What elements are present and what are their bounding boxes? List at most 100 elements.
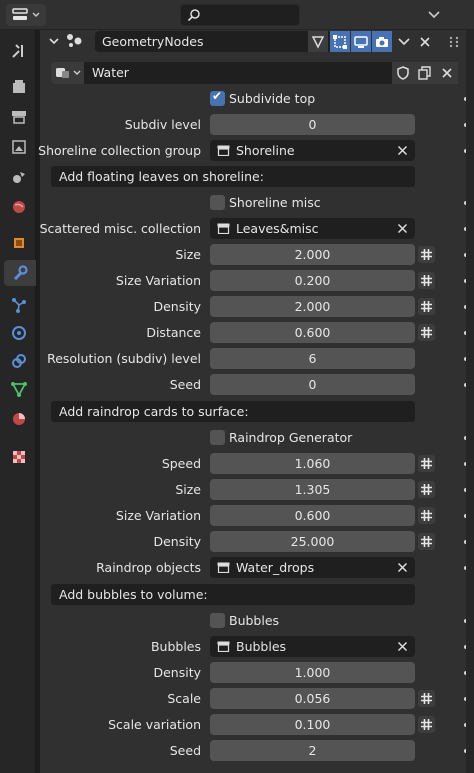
floating-size-variation-label: Size Variation (115, 273, 201, 288)
scattered-collection-field[interactable]: Leaves&misc (210, 218, 415, 239)
attribute-toggle-button[interactable] (418, 246, 435, 263)
bubbles-checkbox[interactable] (210, 613, 225, 628)
bubbles-collection-row: Bubbles Bubbles (40, 636, 474, 658)
attribute-toggle-button[interactable] (418, 455, 435, 472)
fake-user-button[interactable] (392, 62, 414, 84)
scrollbar[interactable] (466, 30, 474, 773)
subdivide-top-checkbox[interactable] (210, 89, 225, 106)
duplicate-button[interactable] (414, 62, 436, 84)
attribute-toggle-icon (421, 275, 432, 286)
remove-modifier-button[interactable] (415, 31, 435, 52)
shoreline-collection-value: Shoreline (236, 143, 295, 158)
node-group-name-field[interactable]: Water (84, 62, 392, 84)
raindrop-section: Add raindrop cards to surface: (40, 401, 474, 423)
viewport-toggle[interactable] (351, 31, 371, 52)
attribute-toggle-button[interactable] (418, 298, 435, 315)
bubbles-density-field[interactable]: 1.000 (210, 662, 415, 683)
scattered-collection-value: Leaves&misc (236, 221, 319, 236)
render-toggle[interactable] (372, 31, 392, 52)
shoreline-misc-label: Shoreline misc (229, 195, 321, 210)
floating-density-row: Density 2.000 (40, 296, 474, 318)
shoreline-misc-checkbox[interactable] (210, 195, 225, 210)
options-dropdown[interactable] (428, 8, 440, 23)
resolution-label: Resolution (subdiv) level (47, 351, 201, 366)
attribute-toggle-icon (421, 458, 432, 469)
raindrop-density-field[interactable]: 25.000 (210, 531, 415, 552)
tab-object[interactable] (5, 230, 33, 256)
tab-scene[interactable] (5, 164, 33, 190)
tab-tool[interactable] (5, 38, 33, 64)
raindrop-size-variation-field[interactable]: 0.600 (210, 505, 415, 526)
raindrop-size-field[interactable]: 1.305 (210, 479, 415, 500)
attribute-toggle-button[interactable] (418, 690, 435, 707)
floating-seed-row: Seed 0 (40, 374, 474, 396)
close-icon[interactable] (397, 641, 408, 652)
floating-size-field[interactable]: 2.000 (210, 244, 415, 265)
shoreline-collection-field[interactable]: Shoreline (210, 140, 415, 161)
raindrop-objects-field[interactable]: Water_drops (210, 557, 415, 578)
attribute-toggle-button[interactable] (418, 716, 435, 733)
editor-type-dropdown[interactable] (6, 4, 46, 26)
tab-view-layer[interactable] (5, 134, 33, 160)
collection-icon (217, 145, 230, 156)
floating-section: Add floating leaves on shoreline: (40, 166, 474, 188)
tab-data[interactable] (5, 376, 33, 402)
bubbles-toggle-label: Bubbles (229, 613, 280, 628)
on-cage-toggle[interactable] (330, 31, 350, 52)
camera-icon (376, 36, 388, 47)
collapse-toggle[interactable] (48, 35, 60, 50)
bubbles-density-label: Density (153, 665, 201, 680)
tab-particles[interactable] (5, 292, 33, 318)
world-icon (13, 201, 25, 213)
attribute-toggle-button[interactable] (418, 481, 435, 498)
bubbles-section: Add bubbles to volume: (40, 584, 474, 606)
tab-output[interactable] (5, 104, 33, 130)
close-icon[interactable] (397, 145, 408, 156)
raindrop-objects-label: Raindrop objects (96, 560, 201, 575)
floating-seed-field[interactable]: 0 (210, 374, 415, 395)
raindrop-generator-checkbox[interactable] (210, 430, 225, 445)
tab-material[interactable] (5, 406, 33, 432)
tab-world[interactable] (5, 194, 33, 220)
chevron-down-icon (49, 38, 59, 45)
subdiv-level-row: Subdiv level 0 (40, 114, 474, 136)
attribute-toggle-button[interactable] (418, 272, 435, 289)
tab-render[interactable] (5, 74, 33, 100)
close-icon[interactable] (397, 562, 408, 573)
floating-seed-label: Seed (169, 377, 201, 392)
raindrop-speed-row: Speed 1.060 (40, 453, 474, 475)
subdiv-level-field[interactable]: 0 (210, 114, 415, 135)
tab-constraints[interactable] (5, 348, 33, 374)
node-group-browse[interactable] (51, 62, 84, 84)
tab-modifiers[interactable] (4, 260, 36, 286)
bubbles-seed-field[interactable]: 2 (210, 740, 415, 761)
tab-physics[interactable] (5, 320, 33, 346)
subdivide-top-label: Subdivide top (229, 91, 316, 106)
modifier-menu[interactable] (394, 31, 414, 52)
floating-size-variation-field[interactable]: 0.200 (210, 270, 415, 291)
bubbles-scale-field[interactable]: 0.056 (210, 688, 415, 709)
close-icon[interactable] (397, 223, 408, 234)
drag-handle[interactable] (444, 31, 464, 52)
resolution-field[interactable]: 6 (210, 348, 415, 369)
attribute-toggle-icon (421, 719, 432, 730)
attribute-toggle-button[interactable] (418, 533, 435, 550)
bubbles-collection-field[interactable]: Bubbles (210, 636, 415, 657)
top-header (0, 0, 474, 30)
attribute-toggle-icon (421, 693, 432, 704)
floating-distance-field[interactable]: 0.600 (210, 322, 415, 343)
collection-icon (217, 562, 230, 573)
bubbles-seed-label: Seed (169, 743, 201, 758)
attribute-toggle-button[interactable] (418, 324, 435, 341)
unlink-button[interactable] (436, 62, 458, 84)
node-group-selector: Water (40, 62, 474, 84)
bubbles-scale-variation-field[interactable]: 0.100 (210, 714, 415, 735)
search-input[interactable] (180, 4, 300, 26)
floating-density-field[interactable]: 2.000 (210, 296, 415, 317)
tab-texture[interactable] (5, 444, 33, 470)
properties-editor-icon (12, 8, 28, 20)
edit-mode-toggle[interactable] (308, 31, 328, 52)
attribute-toggle-button[interactable] (418, 507, 435, 524)
raindrop-speed-field[interactable]: 1.060 (210, 453, 415, 474)
collection-icon (217, 641, 230, 652)
